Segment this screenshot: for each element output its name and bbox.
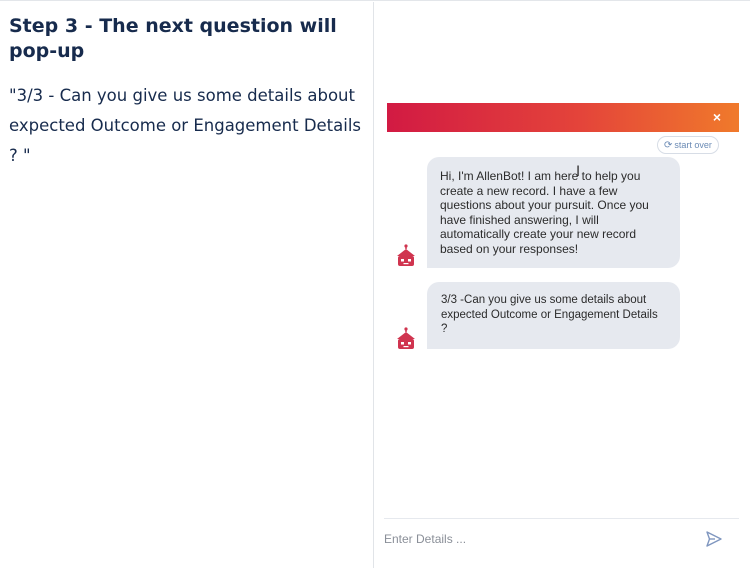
refresh-icon: ⟳ — [664, 140, 673, 151]
robot-avatar-icon — [395, 244, 417, 268]
chatbot-panel: × ⟳ start over Hi, I'm AllenBot! I am her… — [375, 2, 750, 568]
step-description: "3/3 - Can you give us some details abou… — [9, 86, 362, 165]
start-over-label: start over — [674, 140, 712, 150]
details-input[interactable] — [384, 527, 694, 551]
text-cursor-icon: I — [576, 164, 581, 180]
chat-input-row — [384, 518, 739, 559]
bot-message-text: Hi, I'm AllenBot! I am here to help you … — [440, 169, 649, 256]
send-icon — [706, 531, 722, 547]
step-title: Step 3 - The next question will pop-up — [9, 15, 337, 62]
robot-avatar-icon — [395, 327, 417, 351]
close-icon: × — [712, 109, 722, 125]
bot-message-bubble: 3/3 -Can you give us some details about … — [427, 282, 680, 349]
send-button[interactable] — [705, 530, 723, 548]
chat-header-bar: × — [387, 103, 739, 132]
start-over-button[interactable]: ⟳ start over — [657, 136, 719, 154]
bot-message-bubble: Hi, I'm AllenBot! I am here to help you … — [427, 157, 680, 268]
close-button[interactable]: × — [708, 108, 726, 126]
bot-message-text: 3/3 -Can you give us some details about … — [441, 294, 658, 335]
page-frame: Step 3 - The next question will pop-up "… — [0, 0, 750, 568]
instructions-panel: Step 3 - The next question will pop-up "… — [0, 2, 374, 568]
